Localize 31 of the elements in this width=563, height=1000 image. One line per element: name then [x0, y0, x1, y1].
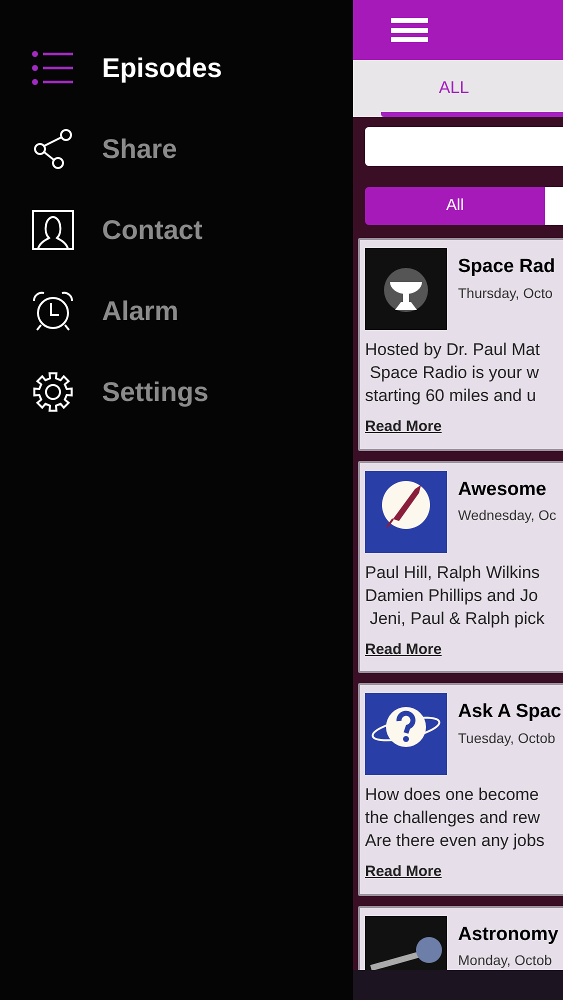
alarm-clock-icon [32, 290, 74, 332]
menu-item[interactable]: Alarm [102, 290, 179, 332]
contact-icon [32, 210, 74, 250]
episode-description: Hosted by Dr. Paul Mat Space Radio is your w starting 60 miles and u [365, 339, 541, 407]
episode-title: Awesome [458, 478, 548, 502]
episode-date: Tuesday, Octob [458, 728, 556, 748]
list-icon [32, 51, 74, 85]
read-more-link[interactable]: Read More [365, 861, 442, 884]
episode-description: Paul Hill, Ralph Wilkins Damien Phillips and Jo Jeni, Paul & Ralph pick [365, 562, 546, 630]
menu-item[interactable]: Share [102, 128, 178, 170]
episode-card[interactable]: Awesome Wednesday, Oc Paul Hill, Ralph Wilkins Damien Phillips and Jo Jeni, Paul & Ralph pick Read More [358, 460, 563, 673]
episode-date: Wednesday, Oc [458, 506, 556, 525]
menu-item[interactable]: Episodes [102, 48, 222, 88]
menu-item[interactable]: Contact [102, 210, 202, 250]
settings-icon [32, 371, 74, 413]
share-icon [32, 128, 74, 170]
menu-icon[interactable] [391, 18, 428, 42]
episode-description: How does one become the challenges and rew Are there even any jobs [365, 784, 546, 852]
filter-segment[interactable]: All [365, 187, 545, 225]
menu-item[interactable]: Settings [102, 372, 209, 412]
read-more-link[interactable]: Read More [365, 416, 442, 438]
episode-card[interactable]: Ask A Spac Tuesday, Octob How does one become the challenges and rew Are there even any jobs Read More [358, 683, 563, 896]
episode-date: Monday, Octob [458, 951, 553, 970]
search-field[interactable] [365, 127, 563, 166]
read-more-link[interactable]: Read More [365, 638, 442, 661]
episode-title: Astronomy [458, 922, 558, 946]
episode-title: Space Rad [458, 255, 556, 279]
episode-title: Ask A Spac [458, 700, 562, 724]
episode-card[interactable]: Space Rad Thursday, Octo Hosted by Dr. Paul Mat Space Radio is your w starting 60 miles and u Read More [358, 238, 563, 450]
episode-card[interactable]: Astronomy Monday, Octob [358, 906, 563, 970]
episode-date: Thursday, Octo [458, 284, 554, 303]
